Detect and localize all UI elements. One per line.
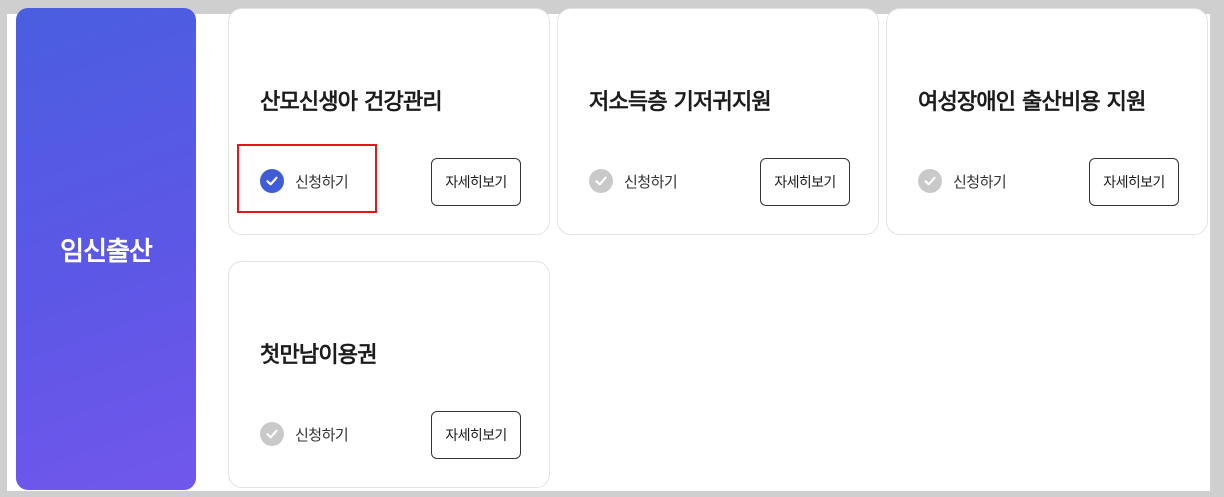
service-card: 첫만남이용권 신청하기 자세히보기: [228, 261, 550, 488]
apply-label: 신청하기: [624, 172, 678, 191]
check-icon: [260, 422, 284, 446]
card-title: 저소득층 기저귀지원: [589, 90, 772, 115]
detail-button[interactable]: 자세히보기: [760, 158, 850, 206]
apply-checkbox[interactable]: 신청하기: [589, 169, 678, 193]
detail-button[interactable]: 자세히보기: [431, 411, 521, 459]
detail-button[interactable]: 자세히보기: [431, 158, 521, 206]
apply-label: 신청하기: [953, 172, 1007, 191]
card-title: 여성장애인 출산비용 지원: [918, 90, 1146, 115]
detail-button[interactable]: 자세히보기: [1089, 158, 1179, 206]
apply-label: 신청하기: [295, 425, 349, 444]
check-icon: [918, 169, 942, 193]
apply-checkbox[interactable]: 신청하기: [918, 169, 1007, 193]
check-icon: [589, 169, 613, 193]
category-banner: 임신출산: [16, 8, 196, 490]
highlight-box: [237, 144, 377, 213]
service-card: 저소득층 기저귀지원 신청하기 자세히보기: [557, 8, 879, 235]
card-title: 첫만남이용권: [260, 343, 377, 368]
apply-checkbox[interactable]: 신청하기: [260, 422, 349, 446]
service-card: 여성장애인 출산비용 지원 신청하기 자세히보기: [886, 8, 1208, 235]
card-title: 산모신생아 건강관리: [260, 90, 443, 115]
category-label: 임신출산: [60, 236, 153, 267]
